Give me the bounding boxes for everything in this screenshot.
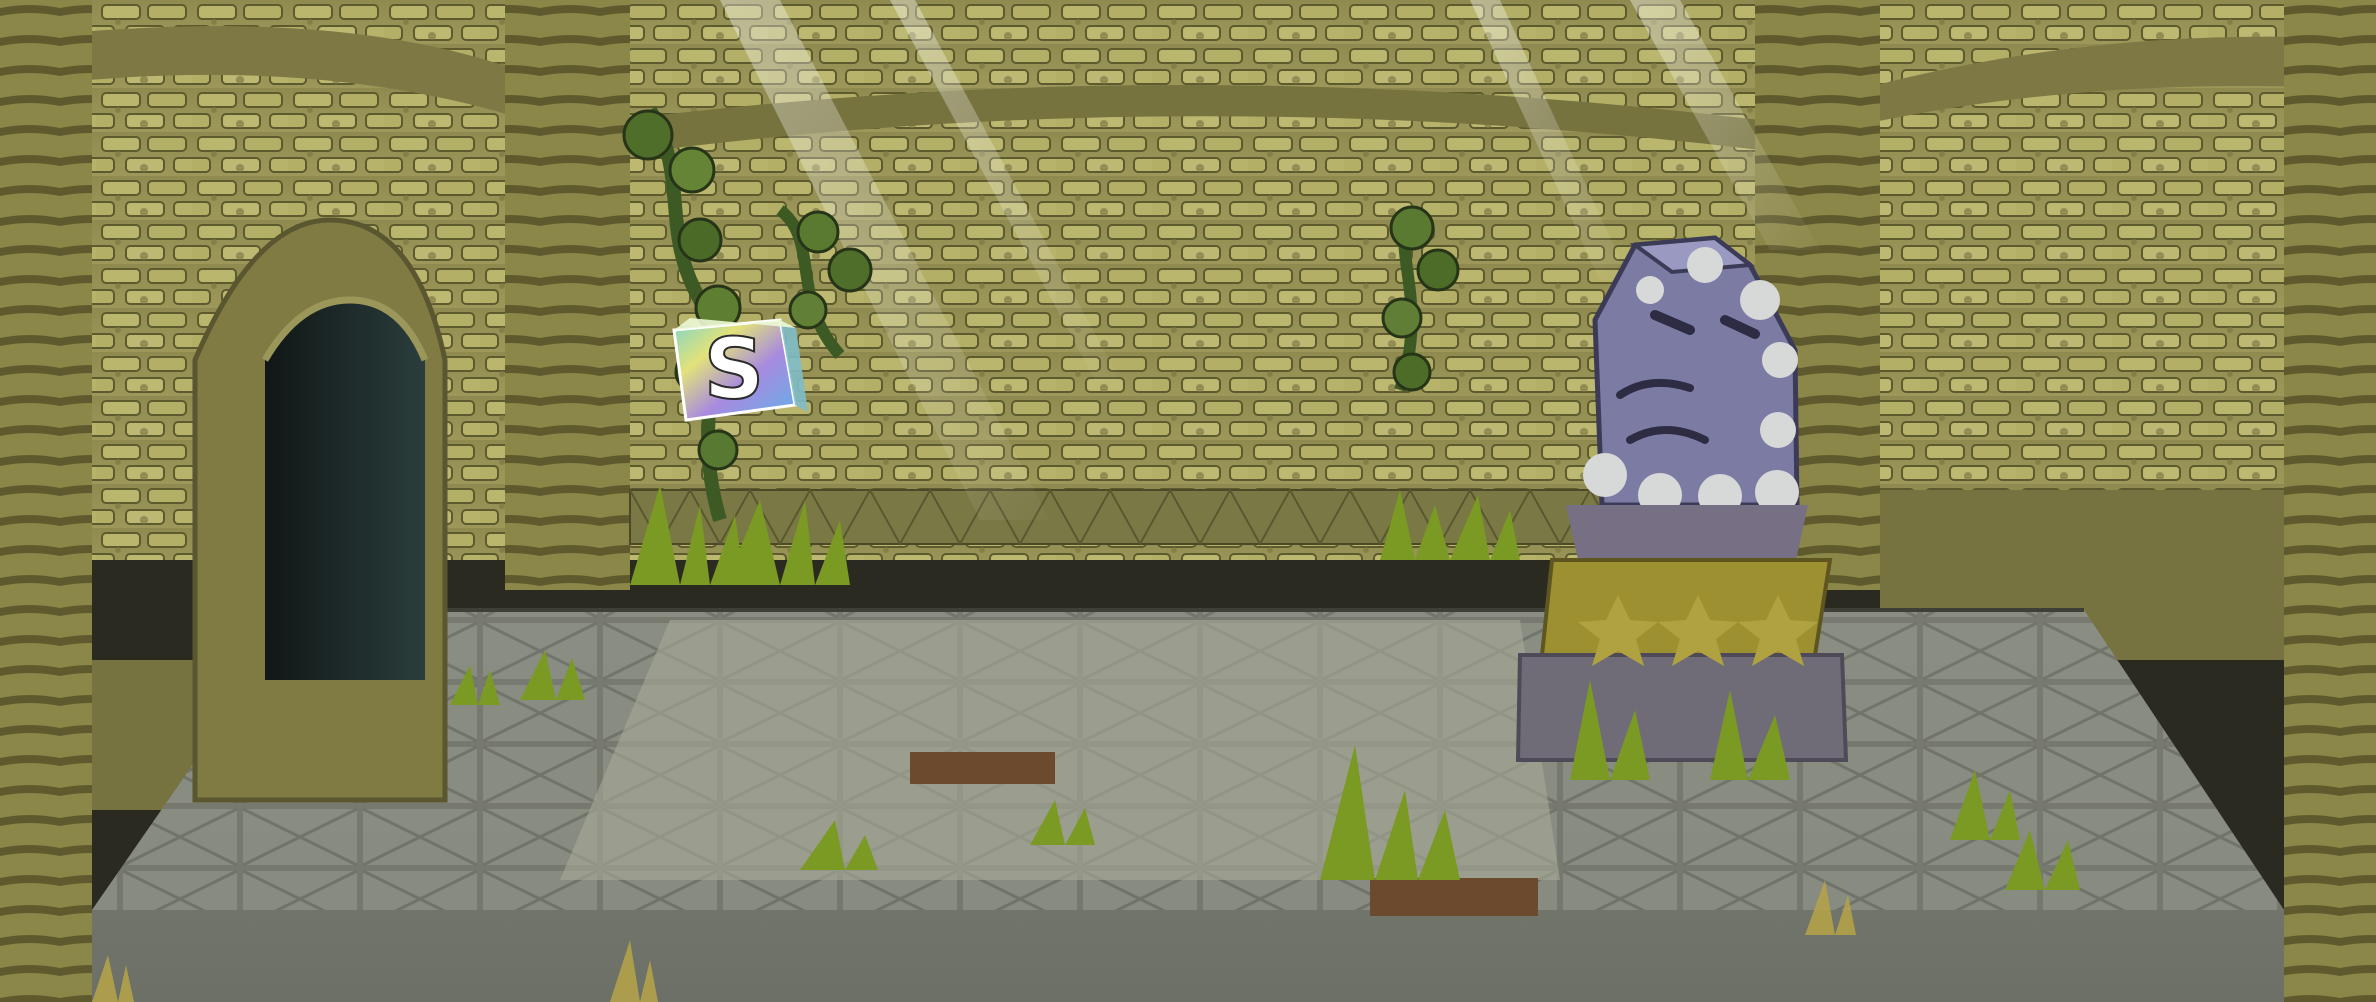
- temple-room-view: S: [0, 0, 2376, 1002]
- arched-doorway-icon[interactable]: [265, 300, 425, 680]
- floor-dirt-right: [1370, 878, 1538, 916]
- floor-dirt-left: [910, 752, 1055, 784]
- save-block-icon[interactable]: S: [672, 318, 808, 422]
- save-block-symbol: S: [704, 320, 765, 418]
- left-pillar: [505, 0, 630, 590]
- game-scene: S: [0, 0, 2376, 1002]
- far-right-pillar: [2284, 0, 2376, 1002]
- far-left-pillar: [0, 0, 92, 1002]
